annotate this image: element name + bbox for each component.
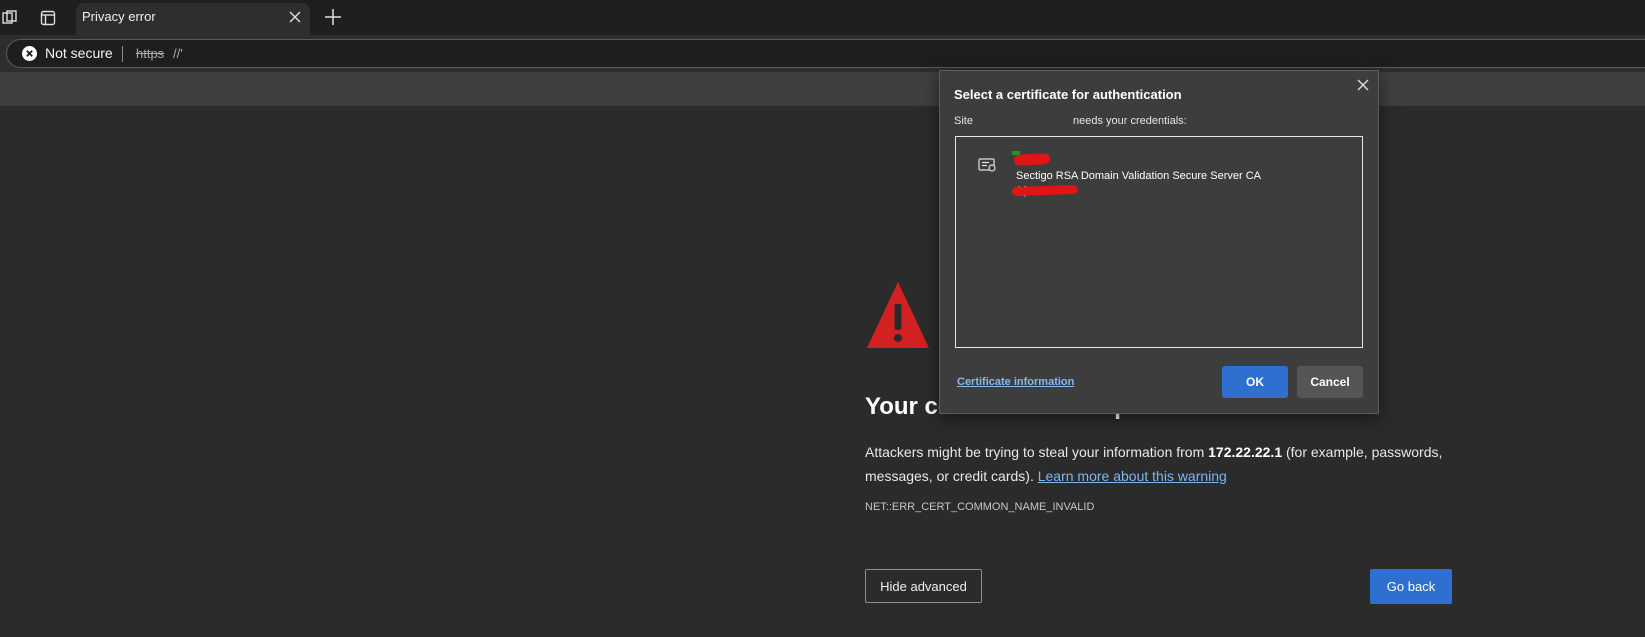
- cancel-button[interactable]: Cancel: [1297, 366, 1363, 398]
- vertical-tabs-icon[interactable]: [38, 8, 58, 28]
- address-bar[interactable]: [6, 39, 1645, 68]
- url-scheme[interactable]: https: [136, 46, 164, 61]
- url-text[interactable]: //': [173, 46, 183, 61]
- tab-title: Privacy error: [82, 9, 156, 24]
- workspaces-icon[interactable]: [0, 8, 20, 28]
- new-tab-plus-icon[interactable]: [322, 6, 344, 28]
- certificate-list[interactable]: [955, 136, 1363, 348]
- warning-triangle-icon: [865, 280, 931, 350]
- certificate-icon: [978, 158, 998, 174]
- not-secure-icon[interactable]: [22, 46, 37, 61]
- address-separator: [122, 46, 123, 62]
- not-secure-label[interactable]: Not secure: [45, 45, 113, 61]
- error-code: NET::ERR_CERT_COMMON_NAME_INVALID: [865, 501, 1095, 513]
- warning-description: Attackers might be trying to steal your …: [865, 440, 1465, 488]
- host-address: 172.22.22.1: [1208, 444, 1283, 460]
- redaction-mark: [1013, 153, 1051, 166]
- close-icon[interactable]: [287, 9, 303, 25]
- dialog-title: Select a certificate for authentication: [954, 87, 1182, 102]
- certificate-information-link[interactable]: Certificate information: [957, 376, 1074, 388]
- info-bar: [0, 72, 1645, 106]
- certificate-issuer[interactable]: Sectigo RSA Domain Validation Secure Ser…: [1016, 170, 1261, 182]
- needs-credentials-text: needs your credentials:: [1073, 115, 1187, 127]
- ok-button[interactable]: OK: [1222, 366, 1288, 398]
- description-text: Attackers might be trying to steal your …: [865, 444, 1209, 460]
- learn-more-link[interactable]: Learn more about this warning: [1038, 468, 1227, 484]
- hide-advanced-button[interactable]: Hide advanced: [865, 569, 982, 603]
- site-label: Site: [954, 115, 973, 127]
- go-back-button[interactable]: Go back: [1370, 569, 1452, 604]
- dialog-close-icon[interactable]: [1355, 77, 1371, 93]
